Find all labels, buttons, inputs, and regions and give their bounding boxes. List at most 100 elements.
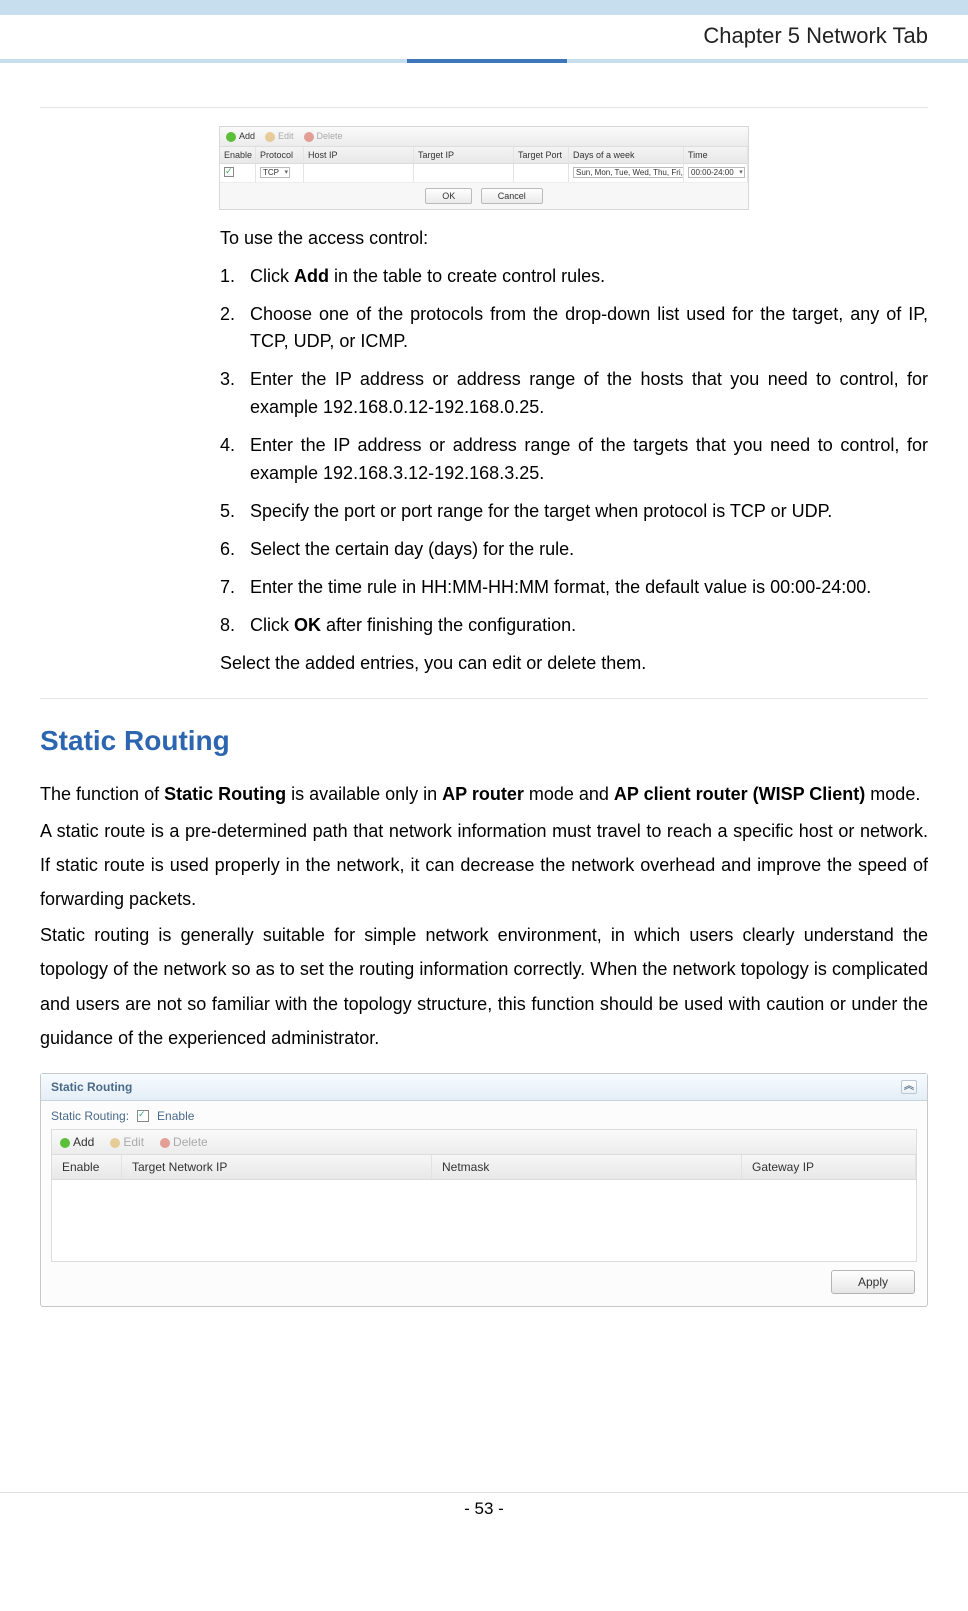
step-number: 2. — [220, 301, 250, 357]
text: Click — [250, 266, 294, 286]
add-button[interactable]: Add — [60, 1135, 94, 1149]
pencil-icon — [265, 132, 275, 142]
table-header-row: Enable Target Network IP Netmask Gateway… — [51, 1154, 917, 1180]
col-gateway-ip: Gateway IP — [742, 1155, 916, 1179]
bold: AP router — [442, 784, 524, 804]
col-host-ip: Host IP — [304, 147, 414, 163]
col-enable: Enable — [220, 147, 256, 163]
static-routing-heading: Static Routing — [40, 725, 928, 757]
cancel-button[interactable]: Cancel — [481, 188, 543, 204]
col-netmask: Netmask — [432, 1155, 742, 1179]
action-row: OK Cancel — [220, 183, 748, 209]
table-body-empty — [51, 1180, 917, 1262]
col-days: Days of a week — [569, 147, 684, 163]
text: mode and — [524, 784, 614, 804]
chapter-accent-underline — [407, 59, 567, 63]
time-select[interactable]: 00:00-24:00 — [688, 167, 745, 178]
panel-title: Static Routing — [51, 1080, 132, 1094]
host-ip-input[interactable] — [304, 164, 414, 182]
minus-icon — [304, 132, 314, 142]
step-number: 1. — [220, 263, 250, 291]
col-protocol: Protocol — [256, 147, 304, 163]
text: mode. — [865, 784, 920, 804]
step-8: 8. Click OK after finishing the configur… — [220, 612, 928, 640]
step-number: 5. — [220, 498, 250, 526]
step-number: 6. — [220, 536, 250, 564]
divider — [40, 698, 928, 699]
access-control-intro: To use the access control: — [220, 228, 928, 249]
add-label: Add — [239, 131, 255, 141]
edit-button[interactable]: Edit — [265, 131, 294, 142]
static-routing-para-3: Static routing is generally suitable for… — [40, 918, 928, 1055]
step-3: 3. Enter the IP address or address range… — [220, 366, 928, 422]
top-accent-bar — [0, 0, 968, 15]
step-text: Enter the time rule in HH:MM-HH:MM forma… — [250, 574, 928, 602]
step-7: 7. Enter the time rule in HH:MM-HH:MM fo… — [220, 574, 928, 602]
page-number: - 53 - — [464, 1499, 504, 1518]
target-ip-input[interactable] — [414, 164, 514, 182]
col-time: Time — [684, 147, 748, 163]
apply-row: Apply — [51, 1262, 917, 1296]
minus-icon — [160, 1138, 170, 1148]
step-number: 3. — [220, 366, 250, 422]
panel-titlebar: Static Routing ︽ — [41, 1074, 927, 1101]
enable-row: Static Routing: Enable — [51, 1109, 917, 1123]
post-steps-note: Select the added entries, you can edit o… — [220, 653, 928, 674]
step-text: Enter the IP address or address range of… — [250, 432, 928, 488]
static-routing-para-1: The function of Static Routing is availa… — [40, 777, 928, 811]
text: is available only in — [286, 784, 442, 804]
delete-label: Delete — [173, 1135, 208, 1149]
apply-button[interactable]: Apply — [831, 1270, 915, 1294]
edit-label: Edit — [123, 1135, 144, 1149]
col-target-port: Target Port — [514, 147, 569, 163]
step-text: Enter the IP address or address range of… — [250, 366, 928, 422]
protocol-select[interactable]: TCP — [260, 167, 290, 178]
enable-checkbox[interactable] — [224, 167, 234, 177]
bold: AP client router (WISP Client) — [614, 784, 865, 804]
step-6: 6. Select the certain day (days) for the… — [220, 536, 928, 564]
step-number: 4. — [220, 432, 250, 488]
bold-add: Add — [294, 266, 329, 286]
step-number: 7. — [220, 574, 250, 602]
table-header-row: Enable Protocol Host IP Target IP Target… — [220, 147, 748, 164]
ok-button[interactable]: OK — [425, 188, 472, 204]
col-target-ip: Target Network IP — [122, 1155, 432, 1179]
table-row: TCP Sun, Mon, Tue, Wed, Thu, Fri, Sat 00… — [220, 164, 748, 183]
toolbar: Add Edit Delete — [220, 127, 748, 147]
enable-text: Enable — [157, 1109, 194, 1123]
step-1: 1. Click Add in the table to create cont… — [220, 263, 928, 291]
step-text: Choose one of the protocols from the dro… — [250, 301, 928, 357]
step-2: 2. Choose one of the protocols from the … — [220, 301, 928, 357]
step-text: Specify the port or port range for the t… — [250, 498, 928, 526]
text: The function of — [40, 784, 164, 804]
enable-label: Static Routing: — [51, 1109, 129, 1123]
days-select[interactable]: Sun, Mon, Tue, Wed, Thu, Fri, Sat — [573, 167, 684, 178]
delete-button[interactable]: Delete — [304, 131, 343, 142]
enable-checkbox[interactable] — [137, 1110, 149, 1122]
plus-icon — [60, 1138, 70, 1148]
delete-label: Delete — [317, 131, 343, 141]
step-4: 4. Enter the IP address or address range… — [220, 432, 928, 488]
page-footer: - 53 - — [0, 1492, 968, 1539]
edit-button[interactable]: Edit — [110, 1135, 144, 1149]
col-enable: Enable — [52, 1155, 122, 1179]
access-control-screenshot: Add Edit Delete Enable Protocol Host IP … — [219, 126, 749, 210]
add-button[interactable]: Add — [226, 131, 255, 142]
divider — [40, 107, 928, 108]
steps-list: 1. Click Add in the table to create cont… — [220, 263, 928, 640]
text: after finishing the configuration. — [321, 615, 576, 635]
delete-button[interactable]: Delete — [160, 1135, 208, 1149]
step-number: 8. — [220, 612, 250, 640]
add-label: Add — [73, 1135, 94, 1149]
target-port-input[interactable] — [514, 164, 569, 182]
bold-ok: OK — [294, 615, 321, 635]
text: Click — [250, 615, 294, 635]
pencil-icon — [110, 1138, 120, 1148]
step-5: 5. Specify the port or port range for th… — [220, 498, 928, 526]
chapter-title: Chapter 5 Network Tab — [0, 15, 968, 63]
toolbar: Add Edit Delete — [51, 1129, 917, 1154]
edit-label: Edit — [278, 131, 294, 141]
static-routing-screenshot: Static Routing ︽ Static Routing: Enable … — [40, 1073, 928, 1307]
collapse-icon[interactable]: ︽ — [901, 1080, 917, 1094]
bold: Static Routing — [164, 784, 286, 804]
